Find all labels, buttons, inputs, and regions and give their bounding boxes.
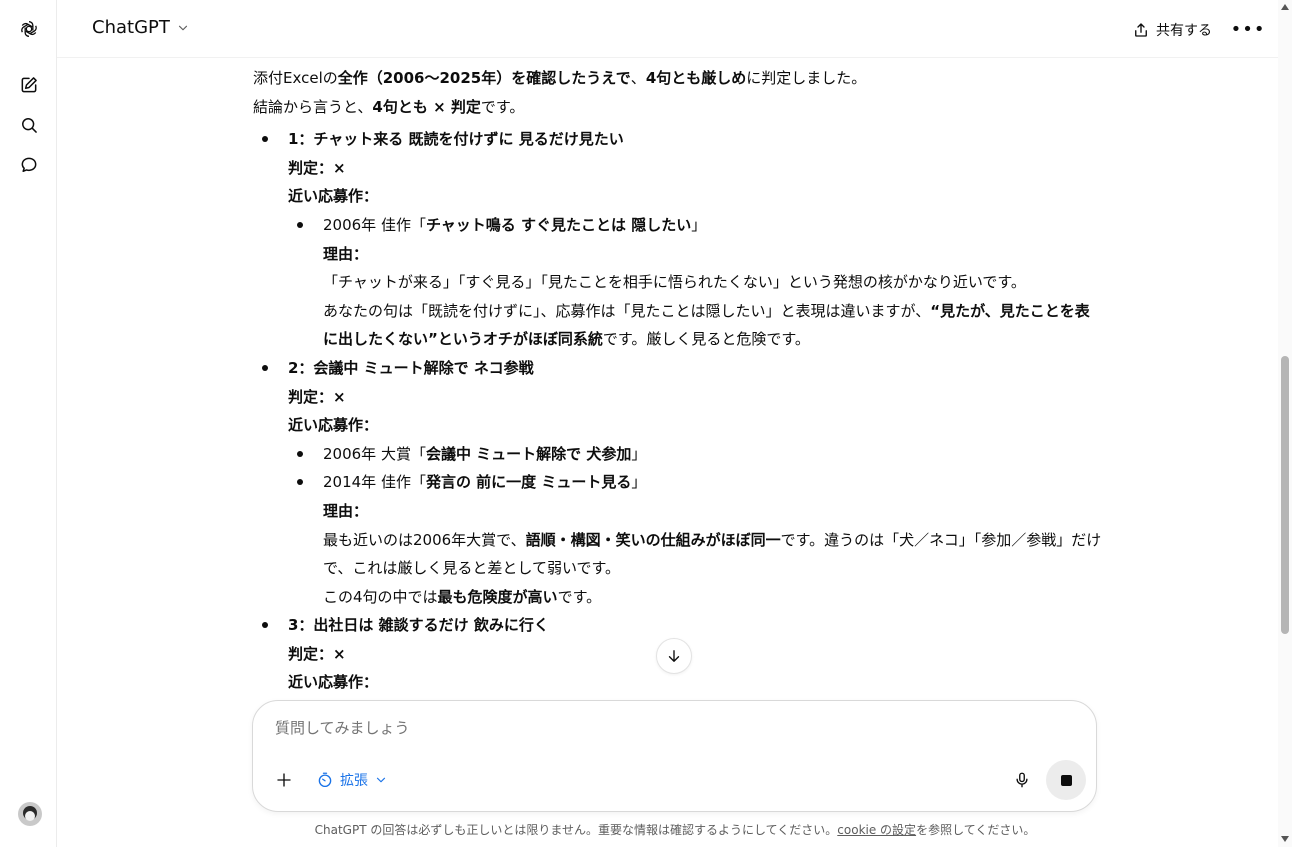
- text-run: 、: [630, 69, 646, 87]
- bold-text-run: 全作（2006〜2025年）を確認したうえで: [337, 69, 631, 87]
- model-selector[interactable]: ChatGPT: [92, 17, 190, 38]
- share-button[interactable]: 共有する: [1132, 16, 1212, 44]
- bold-text-run: 4句とも厳しめ: [645, 69, 747, 87]
- scrollbar-thumb[interactable]: [1281, 356, 1289, 634]
- list-item: 2014年 佳作「発言の 前に一度 ミュート見る」 理由： 最も近いのは2006…: [288, 468, 1103, 611]
- text-run: 2006年 大賞「: [323, 444, 426, 463]
- text-run: 」: [631, 473, 647, 492]
- arrow-down-icon: [668, 650, 680, 662]
- near-works-list: 2006年 佳作「チャット鳴る すぐ見たことは 隠したい」 理由： 「チャットが…: [288, 211, 1103, 354]
- bold-text-run: 発言の 前に一度 ミュート見る: [425, 473, 632, 492]
- text-run: に判定しました。: [746, 69, 867, 87]
- chevron-down-icon: [178, 25, 187, 30]
- disclaimer-text: を参照してください。: [916, 823, 1036, 837]
- text-run: この4句の中では: [323, 587, 438, 606]
- assistant-message: 添付Excelの全作（2006〜2025年）を確認したうえで、4句とも厳しめに判…: [253, 64, 1103, 697]
- text-run: です。: [557, 587, 602, 606]
- text-run: 」: [691, 215, 707, 234]
- text-run: 2006年 佳作「: [323, 215, 426, 234]
- microphone-icon: [1016, 772, 1028, 788]
- cookie-settings-link[interactable]: cookie の設定: [837, 823, 916, 837]
- bold-text-run: 会議中 ミュート解除で 犬参加: [425, 444, 632, 463]
- avatar-shape: [25, 811, 35, 821]
- text-run: です。厳しく見ると危険です。: [602, 330, 810, 349]
- text-run: 最も近いのは2006年大賞で、: [323, 530, 526, 549]
- bold-text-run: チャット鳴る すぐ見たことは 隠したい: [425, 215, 692, 234]
- text-run: あなたの句は「既読を付けずに」、応募作は「見たことは隠したい」と表現は違いますが…: [323, 301, 931, 320]
- stop-generating-button[interactable]: [1046, 760, 1086, 800]
- bold-text-run: 4句とも × 判定: [372, 97, 481, 116]
- list-item: 2006年 佳作「チャット鳴る すぐ見たことは 隠したい」 理由： 「チャットが…: [288, 211, 1103, 354]
- reason-label: 理由：: [323, 501, 369, 520]
- scroll-to-bottom-button[interactable]: [656, 638, 692, 674]
- reason-text: 最も近いのは2006年大賞で、語順・構図・笑いの仕組みがほぼ同一です。違うのは「…: [323, 526, 1103, 583]
- near-works-label: 近い応募作：: [288, 187, 379, 206]
- share-icon: [1135, 23, 1147, 37]
- work-entry: 2014年 佳作「発言の 前に一度 ミュート見る」: [323, 468, 1103, 497]
- item-verdict: 判定：×: [288, 644, 346, 663]
- top-header: ChatGPT 共有する •••: [57, 0, 1278, 58]
- timer-icon: [318, 772, 332, 788]
- footer-disclaimer: ChatGPT の回答は必ずしも正しいとは限りません。重要な情報は確認するように…: [0, 821, 1292, 838]
- prompt-input[interactable]: [275, 719, 975, 737]
- bold-text-run: 語順・構図・笑いの仕組みがほぼ同一: [525, 530, 781, 549]
- item-verdict: 判定：×: [288, 158, 346, 177]
- stop-icon: [1060, 774, 1072, 786]
- plus-icon: [277, 773, 291, 787]
- reason-text: この4句の中では最も危険度が高いです。: [323, 583, 1103, 612]
- reason-text: 「チャットが来る」「すぐ見る」「見たことを相手に悟られたくない」という発想の核が…: [323, 268, 1103, 297]
- list-item: 1：チャット来る 既読を付けずに 見るだけ見たい 判定：× 近い応募作： 200…: [253, 125, 1103, 354]
- openai-logo-icon[interactable]: [14, 14, 44, 44]
- work-entry: 2006年 佳作「チャット鳴る すぐ見たことは 隠したい」: [323, 211, 1103, 240]
- extension-label: 拡張: [340, 773, 368, 789]
- chevron-down-icon: [376, 777, 386, 783]
- extension-button[interactable]: 拡張: [312, 765, 392, 795]
- bold-text-run: 最も危険度が高い: [437, 587, 558, 606]
- search-icon[interactable]: [14, 110, 44, 140]
- text-run: 添付Excelの: [253, 69, 338, 87]
- more-options-button[interactable]: •••: [1231, 16, 1265, 42]
- list-item: 2006年 大賞「会議中 ミュート解除で 犬参加」: [288, 440, 1103, 469]
- microphone-button[interactable]: [1009, 767, 1035, 793]
- new-chat-icon[interactable]: [14, 70, 44, 100]
- list-item: 2：会議中 ミュート解除で ネコ参戦 判定：× 近い応募作： 2006年 大賞「…: [253, 354, 1103, 611]
- left-rail: [0, 0, 57, 847]
- text-run: 結論から言うと、: [253, 97, 373, 116]
- verdict-list: 1：チャット来る 既読を付けずに 見るだけ見たい 判定：× 近い応募作： 200…: [253, 125, 1103, 697]
- composer: 拡張: [252, 700, 1097, 812]
- share-label: 共有する: [1156, 23, 1212, 39]
- disclaimer-text: ChatGPT の回答は必ずしも正しいとは限りません。重要な情報は確認するように…: [314, 823, 838, 837]
- text-run: 「チャットが来る」「すぐ見る」「見たことを相手に悟られたくない」という発想の核が…: [323, 273, 1026, 292]
- text-run: です。: [480, 97, 525, 116]
- item-title: 1：チャット来る 既読を付けずに 見るだけ見たい: [288, 130, 624, 149]
- near-works-list: 2006年 大賞「会議中 ミュート解除で 犬参加」 2014年 佳作「発言の 前…: [288, 440, 1103, 612]
- text-run: 2014年 佳作「: [323, 473, 426, 492]
- work-entry: 2006年 大賞「会議中 ミュート解除で 犬参加」: [323, 440, 1103, 469]
- item-verdict: 判定：×: [288, 387, 346, 406]
- model-label: ChatGPT: [92, 17, 170, 38]
- reason-label: 理由：: [323, 244, 369, 263]
- ellipsis-icon: •••: [1230, 18, 1266, 40]
- attach-button[interactable]: [271, 767, 297, 793]
- near-works-label: 近い応募作：: [288, 416, 379, 435]
- scroll-up-arrow-icon[interactable]: [1281, 4, 1289, 10]
- chat-bubble-icon[interactable]: [14, 150, 44, 180]
- text-run: 」: [631, 444, 647, 463]
- item-title: 3：出社日は 雑談するだけ 飲みに行く: [288, 616, 549, 635]
- reason-text: あなたの句は「既読を付けずに」、応募作は「見たことは隠したい」と表現は違いますが…: [323, 297, 1103, 354]
- scrollbar[interactable]: [1278, 0, 1292, 847]
- intro-line: 添付Excelの全作（2006〜2025年）を確認したうえで、4句とも厳しめに判…: [253, 64, 1103, 93]
- intro-line: 結論から言うと、4句とも × 判定です。: [253, 93, 1103, 122]
- item-title: 2：会議中 ミュート解除で ネコ参戦: [288, 358, 534, 377]
